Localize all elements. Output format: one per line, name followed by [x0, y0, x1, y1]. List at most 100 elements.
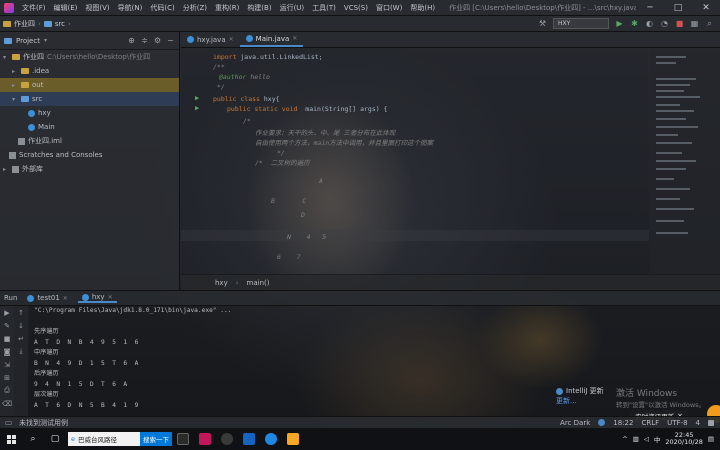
menu-refactor[interactable]: 重构(R): [211, 3, 243, 13]
browser-search-box[interactable]: e 巴威台风路径: [68, 432, 140, 446]
menu-vcs[interactable]: VCS(S): [340, 4, 372, 12]
minimap-line: [656, 168, 686, 170]
pin-icon[interactable]: ⊞: [0, 371, 14, 384]
collapse-icon[interactable]: ≑: [140, 36, 149, 45]
coverage-icon[interactable]: ◐: [645, 19, 654, 28]
tree-item-idea[interactable]: ▸ .idea: [0, 64, 179, 78]
menu-file[interactable]: 文件(F): [18, 3, 50, 13]
wrench-icon[interactable]: ✎: [0, 319, 14, 332]
file-encoding[interactable]: UTF-8: [667, 419, 687, 427]
hide-icon[interactable]: −: [166, 36, 175, 45]
chevron-down-icon[interactable]: ▾: [44, 37, 50, 44]
scroll-to-end-icon[interactable]: ⤓: [14, 345, 28, 358]
lock-icon[interactable]: [708, 419, 714, 426]
tree-item-project-root[interactable]: ▾ 作业四 C:\Users\hello\Desktop\作业四: [0, 50, 179, 64]
line-separator[interactable]: CRLF: [641, 419, 659, 427]
run-class-icon[interactable]: ▶: [195, 94, 199, 102]
run-tab-test01[interactable]: test01 ✕: [23, 294, 71, 302]
rerun-icon[interactable]: ▶: [0, 306, 14, 319]
run-tab-hxy[interactable]: hxy ✕: [77, 293, 117, 303]
minimap-line: [656, 160, 696, 162]
nav-crumb-project[interactable]: 作业四: [0, 19, 38, 29]
tree-item-external-libs[interactable]: ▸ 外部库: [0, 162, 179, 176]
network-icon[interactable]: ▥: [633, 435, 639, 443]
camera-icon[interactable]: ◙: [0, 345, 14, 358]
run-icon[interactable]: ▶: [615, 19, 624, 28]
taskbar-app-intellij[interactable]: [194, 428, 216, 450]
menu-help[interactable]: 帮助(H): [406, 3, 439, 13]
code-minimap[interactable]: [650, 48, 720, 274]
taskbar-app-browser[interactable]: [216, 428, 238, 450]
scroll-down-icon[interactable]: ↓: [14, 319, 28, 332]
notification-center-icon[interactable]: ▤: [708, 435, 714, 443]
menu-analyze[interactable]: 分析(Z): [179, 3, 211, 13]
stop-icon[interactable]: ■: [675, 19, 684, 28]
close-icon[interactable]: ✕: [108, 294, 113, 301]
debug-icon[interactable]: ✱: [630, 19, 639, 28]
close-icon[interactable]: ✕: [63, 295, 68, 302]
soft-wrap-icon[interactable]: ↵: [14, 332, 28, 345]
profile-icon[interactable]: ◔: [660, 19, 669, 28]
tree-item-iml[interactable]: 作业四.iml: [0, 134, 179, 148]
tab-main-java[interactable]: Main.java ✕: [239, 32, 304, 47]
project-panel-title[interactable]: Project: [16, 37, 40, 45]
task-view-icon[interactable]: ▢: [44, 428, 66, 450]
tab-hxy-java[interactable]: hxy.java ✕: [181, 32, 240, 47]
close-button[interactable]: ✕: [692, 3, 720, 13]
search-icon[interactable]: ⌕: [705, 19, 714, 28]
code-area[interactable]: import java.util.LinkedList; /** @author…: [211, 48, 649, 274]
restore-layout-icon[interactable]: ⇲: [0, 358, 14, 371]
breadcrumb-class[interactable]: hxy: [215, 279, 228, 287]
run-main-icon[interactable]: ▶: [195, 104, 199, 112]
nav-crumb-src[interactable]: src: [41, 20, 68, 28]
menu-navigate[interactable]: 导航(N): [114, 3, 147, 13]
indent-setting[interactable]: 4: [696, 419, 700, 427]
system-clock[interactable]: 22:45 2020/10/28: [665, 431, 702, 447]
menu-edit[interactable]: 编辑(E): [50, 3, 82, 13]
java-class-icon: [81, 293, 89, 301]
menu-window[interactable]: 窗口(W): [372, 3, 406, 13]
tray-chevron-up-icon[interactable]: ^: [622, 435, 627, 443]
taskbar-app-explorer[interactable]: [282, 428, 304, 450]
stop-icon[interactable]: ■: [0, 332, 14, 345]
menu-run[interactable]: 运行(U): [276, 3, 309, 13]
close-icon[interactable]: ✕: [229, 36, 234, 43]
breadcrumb-method[interactable]: main(): [247, 279, 270, 287]
caret-position[interactable]: 18:22: [613, 419, 633, 427]
tree-item-main[interactable]: Main: [0, 120, 179, 134]
tool-windows-icon[interactable]: ▭: [4, 418, 13, 427]
tree-item-src[interactable]: ▾ src: [0, 92, 179, 106]
search-icon[interactable]: ⌕: [22, 428, 44, 450]
menu-tools[interactable]: 工具(T): [308, 3, 340, 13]
trash-icon[interactable]: ⌫: [0, 397, 14, 410]
build-hammer-icon[interactable]: ⚒: [538, 19, 547, 28]
close-icon[interactable]: ✕: [292, 35, 297, 42]
tree-item-scratches[interactable]: Scratches and Consoles: [0, 148, 179, 162]
start-button[interactable]: [0, 428, 22, 450]
code-editor[interactable]: ▶ ▶ import java.util.LinkedList; /** @au…: [181, 48, 649, 274]
menu-view[interactable]: 视图(V): [81, 3, 113, 13]
gear-icon[interactable]: ⚙: [153, 36, 162, 45]
search-go-button[interactable]: 搜索一下: [140, 432, 172, 446]
minimize-button[interactable]: ─: [636, 3, 664, 13]
editor-tabs: hxy.java ✕ Main.java ✕: [181, 32, 720, 48]
taskbar-app-folder[interactable]: [172, 428, 194, 450]
volume-icon[interactable]: ◁: [644, 435, 649, 443]
maximize-button[interactable]: □: [664, 3, 692, 13]
run-config-select[interactable]: HXY: [553, 18, 609, 29]
tree-item-out[interactable]: ▸ out: [0, 78, 179, 92]
menu-build[interactable]: 构建(B): [243, 3, 275, 13]
ime-icon[interactable]: 中: [654, 434, 661, 444]
scroll-up-icon[interactable]: ↑: [14, 306, 28, 319]
project-structure-icon[interactable]: ▦: [690, 19, 699, 28]
menu-code[interactable]: 代码(C): [146, 3, 178, 13]
tree-item-hxy[interactable]: hxy: [0, 106, 179, 120]
taskbar-app-blue[interactable]: [238, 428, 260, 450]
locate-icon[interactable]: ⊕: [127, 36, 136, 45]
folder-icon: [43, 20, 52, 27]
javadoc-tag: @author: [219, 73, 247, 81]
taskbar-app-edge[interactable]: [260, 428, 282, 450]
minimap-line: [656, 198, 680, 200]
theme-indicator[interactable]: Arc Dark: [560, 419, 590, 427]
print-icon[interactable]: ⎙: [0, 384, 14, 397]
